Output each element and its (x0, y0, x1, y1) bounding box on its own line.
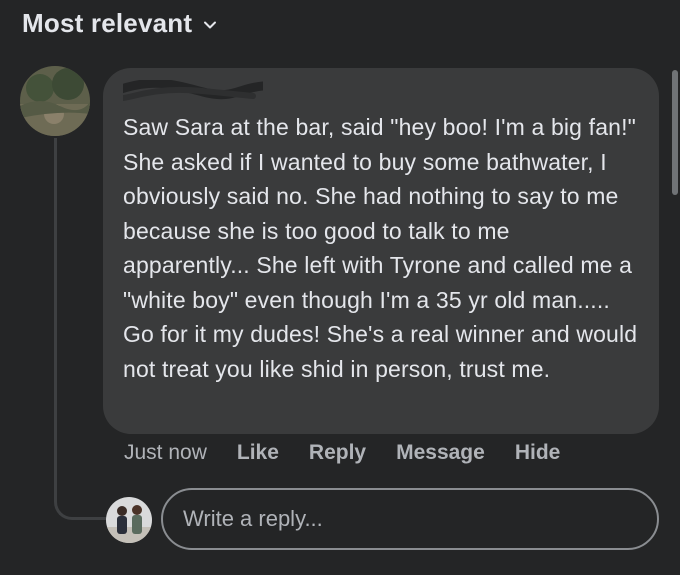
comment-actions-row: Just now Like Reply Message Hide (124, 441, 590, 465)
scrollbar[interactable] (672, 70, 678, 195)
comment-timestamp: Just now (124, 441, 207, 464)
hide-button[interactable]: Hide (515, 441, 561, 465)
thread-connector-line (54, 138, 106, 520)
redaction-scribble-icon (123, 80, 263, 102)
reply-input[interactable] (161, 488, 659, 550)
commenter-avatar[interactable] (20, 66, 90, 136)
comment-author-redacted[interactable] (123, 80, 639, 110)
comment-text: Saw Sara at the bar, said "hey boo! I'm … (123, 114, 638, 382)
sort-filter-dropdown[interactable]: Most relevant (22, 8, 218, 39)
reply-button[interactable]: Reply (309, 441, 366, 465)
sort-filter-label: Most relevant (22, 8, 193, 38)
comment-bubble: Saw Sara at the bar, said "hey boo! I'm … (103, 68, 659, 434)
like-button[interactable]: Like (237, 441, 279, 465)
reply-user-avatar[interactable] (106, 497, 152, 543)
profile-photo-icon (20, 66, 90, 136)
chevron-down-icon (204, 21, 217, 28)
user-avatar-icon (106, 497, 152, 543)
message-button[interactable]: Message (396, 441, 485, 465)
